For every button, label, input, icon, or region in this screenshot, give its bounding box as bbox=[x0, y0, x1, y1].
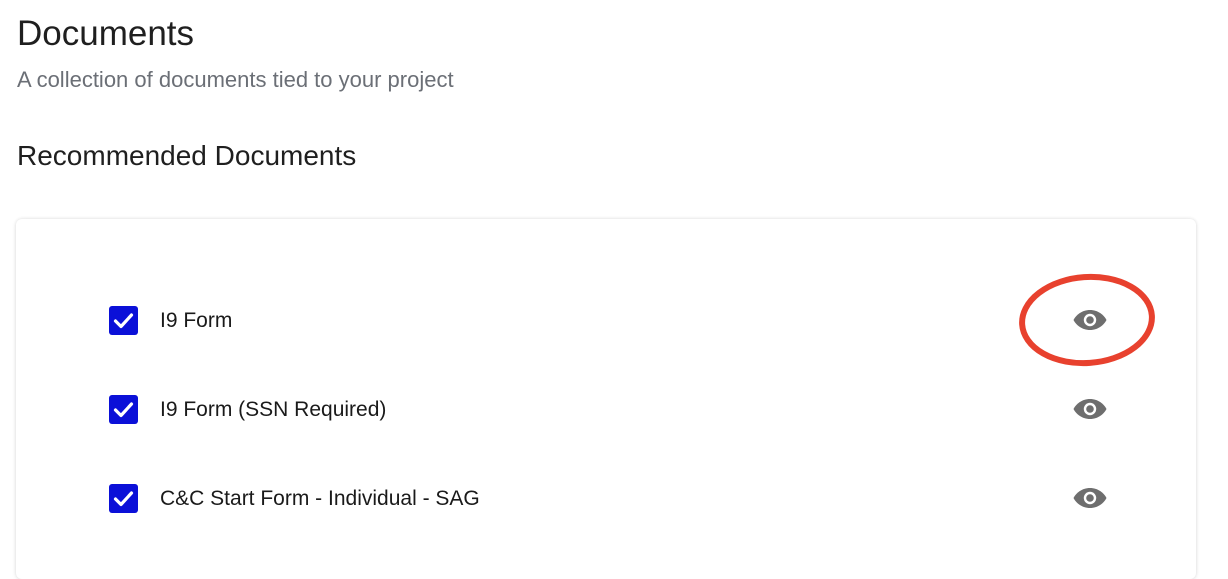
document-checkbox[interactable] bbox=[109, 395, 138, 424]
document-checkbox[interactable] bbox=[109, 306, 138, 335]
view-document-button[interactable] bbox=[1070, 302, 1110, 338]
check-icon bbox=[113, 402, 134, 418]
page-title: Documents bbox=[17, 14, 195, 53]
document-label: C&C Start Form - Individual - SAG bbox=[160, 487, 480, 510]
eye-icon bbox=[1073, 310, 1107, 330]
eye-icon bbox=[1073, 488, 1107, 508]
document-label: I9 Form (SSN Required) bbox=[160, 398, 387, 421]
list-item: C&C Start Form - Individual - SAG bbox=[16, 468, 1196, 528]
check-icon bbox=[113, 491, 134, 507]
documents-card: I9 Form I9 Form (SSN Required) C&C Start… bbox=[16, 219, 1196, 579]
document-checkbox[interactable] bbox=[109, 484, 138, 513]
list-item: I9 Form (SSN Required) bbox=[16, 379, 1196, 439]
section-title: Recommended Documents bbox=[17, 140, 357, 171]
view-document-button[interactable] bbox=[1070, 391, 1110, 427]
check-icon bbox=[113, 313, 134, 329]
eye-icon bbox=[1073, 399, 1107, 419]
list-item: I9 Form bbox=[16, 290, 1196, 350]
view-document-button[interactable] bbox=[1070, 480, 1110, 516]
page-subtitle: A collection of documents tied to your p… bbox=[17, 67, 454, 92]
document-label: I9 Form bbox=[160, 309, 233, 332]
